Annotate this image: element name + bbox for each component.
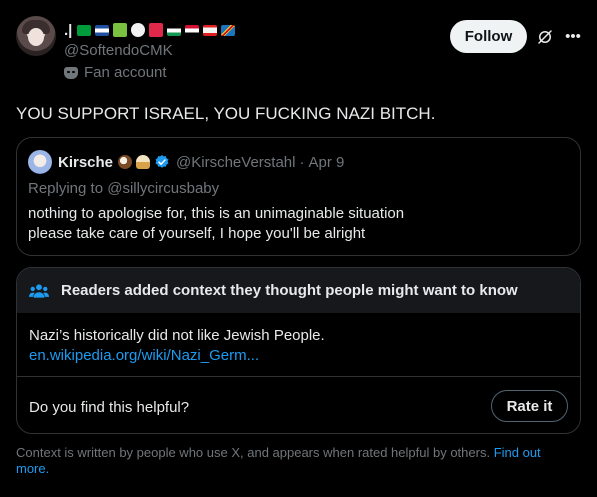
community-note-title: Readers added context they thought peopl… bbox=[61, 282, 518, 299]
quoted-post-text: nothing to apologise for, this is an uni… bbox=[28, 204, 404, 244]
cupcake-icon bbox=[136, 155, 151, 169]
replying-to-label: Replying to @sillycircusbaby bbox=[28, 180, 220, 197]
post-text: YOU SUPPORT ISRAEL, YOU FUCKING NAZI BIT… bbox=[16, 104, 436, 123]
author-name-prefix: .| bbox=[64, 21, 73, 39]
author-name-row[interactable]: .| bbox=[64, 20, 237, 40]
separator-dot: · bbox=[299, 153, 305, 171]
author-block: .| @SoftendoCMK bbox=[64, 20, 237, 61]
red-square-icon bbox=[149, 23, 164, 37]
affiliation-text: Fan account bbox=[84, 64, 167, 81]
white-circle-icon bbox=[131, 23, 146, 37]
quoted-author-name[interactable]: Kirsche bbox=[58, 154, 113, 171]
community-note: Readers added context they thought peopl… bbox=[16, 267, 581, 434]
community-note-text: Nazi’s historically did not like Jewish … bbox=[29, 327, 325, 344]
quoted-author-avatar[interactable] bbox=[28, 150, 52, 174]
community-note-footer: Context is written by people who use X, … bbox=[16, 445, 576, 477]
follow-button[interactable]: Follow bbox=[450, 20, 527, 53]
rate-it-button[interactable]: Rate it bbox=[491, 390, 568, 422]
helpful-prompt: Do you find this helpful? bbox=[29, 399, 190, 416]
grok-icon[interactable] bbox=[536, 28, 554, 46]
author-handle[interactable]: @SoftendoCMK bbox=[64, 41, 237, 61]
coconut-icon bbox=[118, 155, 133, 169]
quoted-text-line: please take care of yourself, I hope you… bbox=[28, 225, 366, 242]
mask-icon bbox=[64, 66, 78, 79]
footer-text: Context is written by people who use X, … bbox=[16, 445, 491, 460]
quoted-post[interactable]: Kirsche @KirscheVerstahl · Apr 9 Replyin… bbox=[16, 137, 581, 256]
quoted-post-header: Kirsche @KirscheVerstahl · Apr 9 bbox=[28, 150, 344, 174]
verified-badge-icon bbox=[155, 155, 169, 168]
flag-palestine-icon bbox=[167, 24, 182, 36]
divider bbox=[17, 376, 580, 377]
author-avatar[interactable] bbox=[16, 16, 56, 56]
green-square-icon bbox=[113, 23, 128, 37]
quoted-text-line: nothing to apologise for, this is an uni… bbox=[28, 205, 405, 222]
quoted-post-date[interactable]: Apr 9 bbox=[308, 154, 344, 171]
affiliation-label: Fan account bbox=[64, 64, 167, 81]
flag-sudan-icon bbox=[185, 24, 200, 36]
community-note-header: Readers added context they thought peopl… bbox=[17, 268, 580, 313]
community-note-link[interactable]: en.wikipedia.org/wiki/Nazi_Germ... bbox=[29, 346, 325, 366]
more-options-icon[interactable]: ••• bbox=[564, 28, 582, 46]
community-note-body: Nazi’s historically did not like Jewish … bbox=[29, 326, 325, 366]
flag-cuba-icon bbox=[95, 24, 110, 36]
flag-lebanon-icon bbox=[203, 24, 218, 36]
flag-drc-icon bbox=[221, 24, 236, 36]
people-icon bbox=[29, 283, 49, 298]
flag-brazil-icon bbox=[77, 24, 92, 36]
quoted-author-handle[interactable]: @KirscheVerstahl bbox=[176, 154, 295, 171]
avatar-face bbox=[28, 28, 44, 46]
